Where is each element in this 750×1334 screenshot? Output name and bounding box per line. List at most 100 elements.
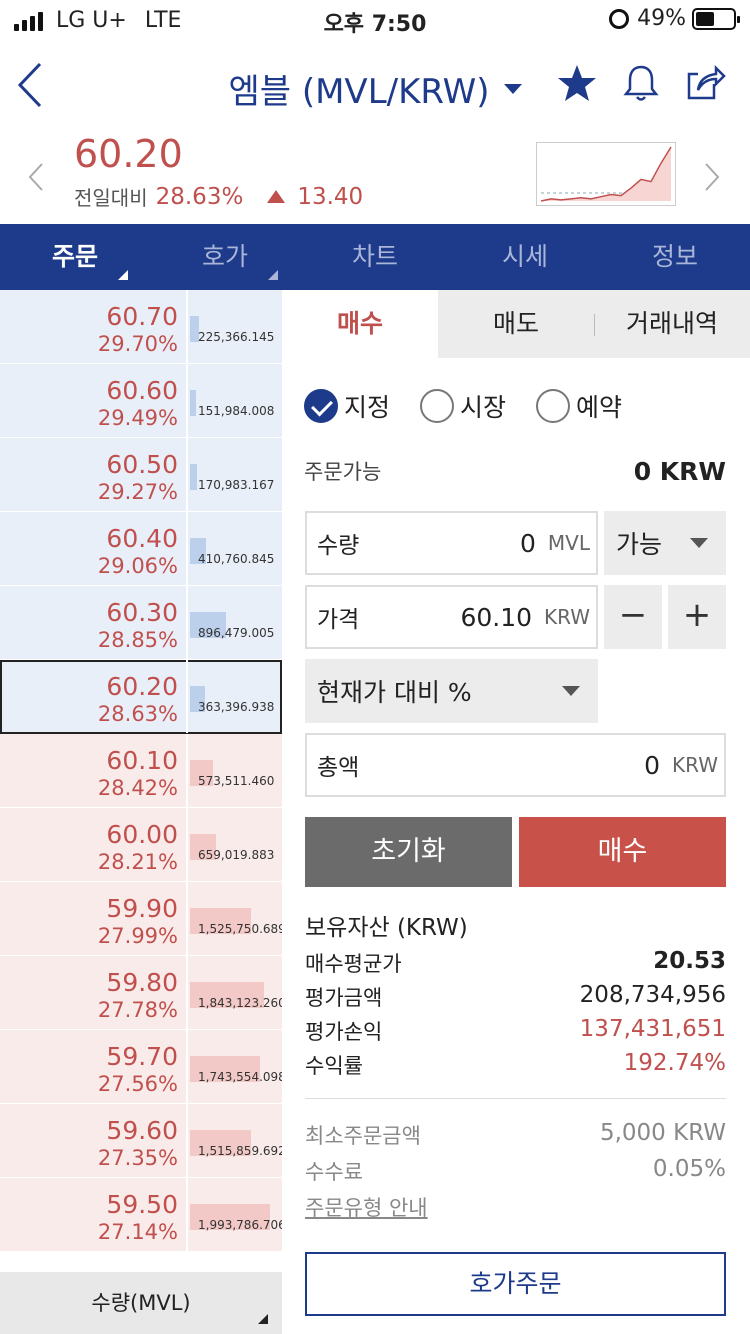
return-value: 192.74% xyxy=(623,1050,726,1076)
tab-orderbook-label: 호가 xyxy=(201,242,248,271)
orderbook-percent: 28.21% xyxy=(97,850,178,874)
orderbook-price-cell: 59.70 27.56% xyxy=(0,1030,188,1103)
current-price: 60.20 xyxy=(74,132,183,176)
orderbook-row[interactable]: 60.00 28.21% 659,019.883 xyxy=(0,808,282,882)
chevron-left-icon[interactable] xyxy=(26,162,46,192)
orderbook-percent: 28.63% xyxy=(97,702,178,726)
orderbook-qty: 1,743,554.098 xyxy=(198,1070,282,1084)
price-label: 가격 xyxy=(317,607,360,633)
orderbook-unit-selector[interactable]: 수량(MVL) xyxy=(0,1272,282,1334)
hoga-order-button[interactable]: 호가주문 xyxy=(305,1252,726,1316)
price-minus-button[interactable]: − xyxy=(604,585,662,649)
quantity-select-value: 가능 xyxy=(616,530,663,559)
bell-icon[interactable] xyxy=(620,62,662,104)
orderbook-qty: 896,479.005 xyxy=(198,626,275,640)
orderbook-row[interactable]: 59.90 27.99% 1,525,750.689 xyxy=(0,882,282,956)
quantity-unit: MVL xyxy=(547,531,590,555)
price-plus-button[interactable]: + xyxy=(668,585,726,649)
orderbook-price: 59.90 xyxy=(106,894,178,923)
mini-chart-plot xyxy=(540,146,672,202)
corner-icon xyxy=(268,270,278,280)
up-triangle-icon xyxy=(267,190,286,203)
order-type-market[interactable]: 시장 xyxy=(420,388,506,424)
tab-quotes[interactable]: 시세 xyxy=(450,224,600,290)
orderbook: 60.70 29.70% 225,366.145 60.60 29.49% 151,984… xyxy=(0,290,282,1272)
orderbook-qty: 1,993,786.706 xyxy=(198,1218,282,1232)
orderbook-qty-cell: 363,396.938 xyxy=(190,660,282,733)
corner-icon xyxy=(258,1314,268,1324)
star-icon[interactable] xyxy=(556,62,598,104)
share-icon[interactable] xyxy=(684,62,726,104)
tab-orderbook[interactable]: 호가 xyxy=(150,224,300,290)
orderbook-qty-bar xyxy=(190,390,196,416)
tab-chart[interactable]: 차트 xyxy=(300,224,450,290)
change-label: 전일대비 xyxy=(74,186,148,210)
tab-sell[interactable]: 매도 xyxy=(438,290,594,358)
orderbook-price: 60.30 xyxy=(106,598,178,627)
avg-price-label: 매수평균가 xyxy=(305,952,402,976)
reset-button[interactable]: 초기화 xyxy=(305,817,512,887)
orderbook-row[interactable]: 60.40 29.06% 410,760.845 xyxy=(0,512,282,586)
quantity-select[interactable]: 가능 xyxy=(604,511,726,575)
orderbook-row[interactable]: 60.50 29.27% 170,983.167 xyxy=(0,438,282,512)
orderbook-row[interactable]: 60.10 28.42% 573,511.460 xyxy=(0,734,282,808)
tab-info[interactable]: 정보 xyxy=(600,224,750,290)
orderbook-row[interactable]: 60.20 28.63% 363,396.938 xyxy=(0,660,282,734)
tab-history[interactable]: 거래내역 xyxy=(594,290,750,358)
order-type-reserved[interactable]: 예약 xyxy=(536,388,622,424)
change-amount: 13.40 xyxy=(297,183,364,210)
available-label: 주문가능 xyxy=(304,460,382,484)
orderbook-row[interactable]: 60.70 29.70% 225,366.145 xyxy=(0,290,282,364)
price-field[interactable]: 가격 60.10 KRW xyxy=(305,585,598,649)
order-type-limit-label: 지정 xyxy=(344,393,391,422)
eval-amount-value: 208,734,956 xyxy=(579,982,726,1008)
orderbook-row[interactable]: 59.60 27.35% 1,515,859.692 xyxy=(0,1104,282,1178)
buy-button[interactable]: 매수 xyxy=(519,817,726,887)
order-type-limit[interactable]: 지정 xyxy=(304,388,390,424)
available-value: 0 KRW xyxy=(633,456,726,486)
caret-down-icon xyxy=(503,83,522,94)
orderbook-price-cell: 60.60 29.49% xyxy=(0,364,188,437)
orderbook-qty-cell: 896,479.005 xyxy=(190,586,282,659)
orderbook-price: 60.10 xyxy=(106,746,178,775)
orderbook-price: 60.00 xyxy=(106,820,178,849)
total-field[interactable]: 총액 0 KRW xyxy=(305,733,726,797)
main-tabs: 주문 호가 차트 시세 정보 xyxy=(0,224,750,290)
orderbook-price: 60.20 xyxy=(106,672,178,701)
order-type-guide-link[interactable]: 주문유형 안내 xyxy=(305,1192,428,1222)
price-value: 60.10 xyxy=(460,602,533,632)
chevron-right-icon[interactable] xyxy=(702,162,722,192)
orderbook-qty-cell: 225,366.145 xyxy=(190,290,282,363)
orderbook-price: 60.70 xyxy=(106,302,178,331)
tab-quotes-label: 시세 xyxy=(501,242,548,271)
orderbook-percent: 29.70% xyxy=(97,332,178,356)
orderbook-row[interactable]: 60.30 28.85% 896,479.005 xyxy=(0,586,282,660)
percent-select[interactable]: 현재가 대비 % xyxy=(305,659,598,723)
orderbook-price: 60.60 xyxy=(106,376,178,405)
orderbook-price: 59.70 xyxy=(106,1042,178,1071)
mini-chart[interactable] xyxy=(536,142,676,206)
orderbook-row[interactable]: 60.60 29.49% 151,984.008 xyxy=(0,364,282,438)
battery-percent: 49% xyxy=(637,6,686,31)
return-label: 수익률 xyxy=(305,1054,363,1078)
orderbook-percent: 29.27% xyxy=(97,480,178,504)
tab-sell-label: 매도 xyxy=(492,309,539,338)
quantity-value: 0 xyxy=(520,528,536,558)
orderbook-row[interactable]: 59.80 27.78% 1,843,123.260 xyxy=(0,956,282,1030)
orderbook-qty: 1,525,750.689 xyxy=(198,922,282,936)
tab-info-label: 정보 xyxy=(651,242,698,271)
orderbook-row[interactable]: 59.70 27.56% 1,743,554.098 xyxy=(0,1030,282,1104)
orderbook-qty: 1,843,123.260 xyxy=(198,996,282,1010)
orderbook-qty: 573,511.460 xyxy=(198,774,275,788)
orderbook-price-cell: 60.00 28.21% xyxy=(0,808,188,881)
check-icon xyxy=(304,389,338,423)
price-unit: KRW xyxy=(544,605,590,629)
eval-amount-label: 평가금액 xyxy=(305,986,383,1010)
tab-buy[interactable]: 매수 xyxy=(282,290,438,358)
quantity-field[interactable]: 수량 0 MVL xyxy=(305,511,598,575)
eval-pl-value: 137,431,651 xyxy=(579,1016,726,1042)
tab-order[interactable]: 주문 xyxy=(0,224,150,290)
orderbook-qty: 363,396.938 xyxy=(198,700,275,714)
order-type-group: 지정 시장 예약 xyxy=(304,388,622,424)
orderbook-row[interactable]: 59.50 27.14% 1,993,786.706 xyxy=(0,1178,282,1252)
